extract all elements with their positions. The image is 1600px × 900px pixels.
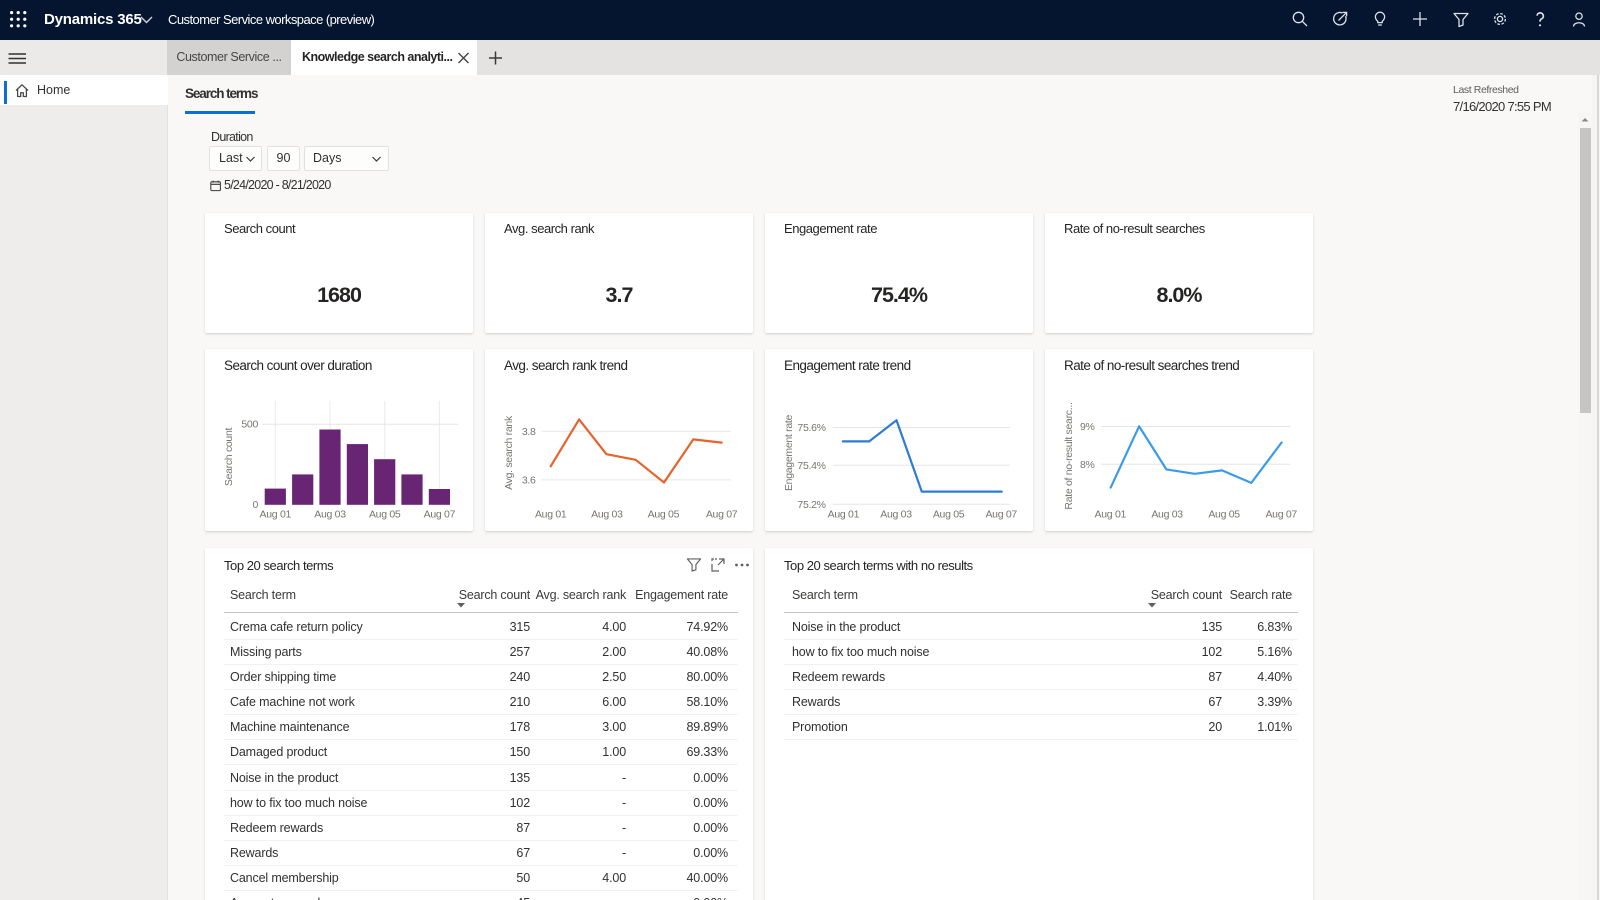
svg-text:Avg. search rank: Avg. search rank xyxy=(503,415,515,490)
svg-text:Aug 05: Aug 05 xyxy=(933,509,965,521)
svg-text:Engagement rate: Engagement rate xyxy=(783,415,795,492)
svg-text:Aug 03: Aug 03 xyxy=(591,509,623,521)
svg-text:Aug 01: Aug 01 xyxy=(535,509,567,521)
svg-text:Aug 03: Aug 03 xyxy=(880,509,912,521)
svg-text:Search count: Search count xyxy=(223,427,235,486)
svg-text:Rate of no-result searc...: Rate of no-result searc... xyxy=(1063,402,1075,509)
svg-text:75.6%: 75.6% xyxy=(797,422,825,434)
svg-text:Aug 01: Aug 01 xyxy=(1095,509,1127,521)
svg-text:Aug 07: Aug 07 xyxy=(985,509,1017,521)
svg-text:9%: 9% xyxy=(1080,421,1095,433)
svg-text:Aug 01: Aug 01 xyxy=(828,509,860,521)
svg-text:Aug 07: Aug 07 xyxy=(706,509,738,521)
svg-text:75.4%: 75.4% xyxy=(797,460,825,472)
svg-text:0: 0 xyxy=(252,499,258,511)
svg-text:Aug 05: Aug 05 xyxy=(369,509,401,521)
svg-text:8%: 8% xyxy=(1080,459,1095,471)
svg-text:75.2%: 75.2% xyxy=(797,499,825,511)
svg-text:500: 500 xyxy=(241,419,258,431)
svg-text:3.6: 3.6 xyxy=(522,474,536,486)
svg-text:3.8: 3.8 xyxy=(522,426,536,438)
svg-text:Aug 07: Aug 07 xyxy=(424,509,456,521)
svg-text:Aug 03: Aug 03 xyxy=(1151,509,1183,521)
svg-text:Aug 05: Aug 05 xyxy=(1208,509,1240,521)
svg-text:Aug 07: Aug 07 xyxy=(1265,509,1297,521)
svg-text:Aug 03: Aug 03 xyxy=(314,509,346,521)
svg-text:Aug 01: Aug 01 xyxy=(260,509,292,521)
svg-text:Aug 05: Aug 05 xyxy=(648,509,680,521)
